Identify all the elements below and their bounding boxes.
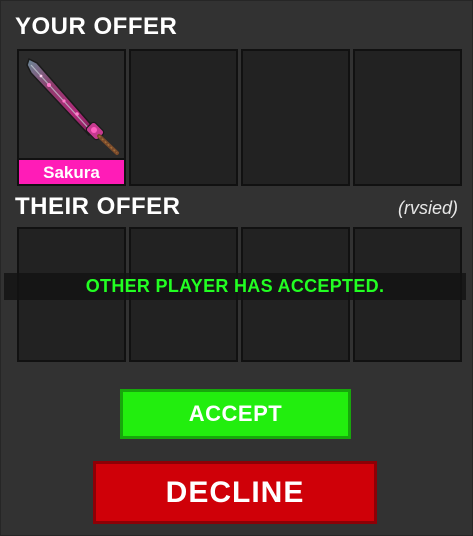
decline-button[interactable]: DECLINE — [93, 461, 377, 524]
item-name-label: Sakura — [19, 158, 124, 184]
other-player-accepted-banner: OTHER PLAYER HAS ACCEPTED. — [4, 273, 466, 300]
your-offer-slots: Sakura — [17, 49, 462, 186]
your-offer-slot-4[interactable] — [353, 49, 462, 186]
sakura-knife-icon — [26, 57, 119, 155]
your-offer-slot-2[interactable] — [129, 49, 238, 186]
trade-partner-name: (rvsied) — [397, 198, 458, 218]
your-offer-slot-1[interactable]: Sakura — [17, 49, 126, 186]
your-offer-title: YOUR OFFER — [15, 13, 178, 40]
accept-button[interactable]: ACCEPT — [120, 389, 351, 439]
trade-panel: YOUR OFFER Sakura THEIR OFFER (rvsied) O… — [0, 0, 473, 536]
their-offer-title: THEIR OFFER — [15, 193, 181, 220]
your-offer-slot-3[interactable] — [241, 49, 350, 186]
